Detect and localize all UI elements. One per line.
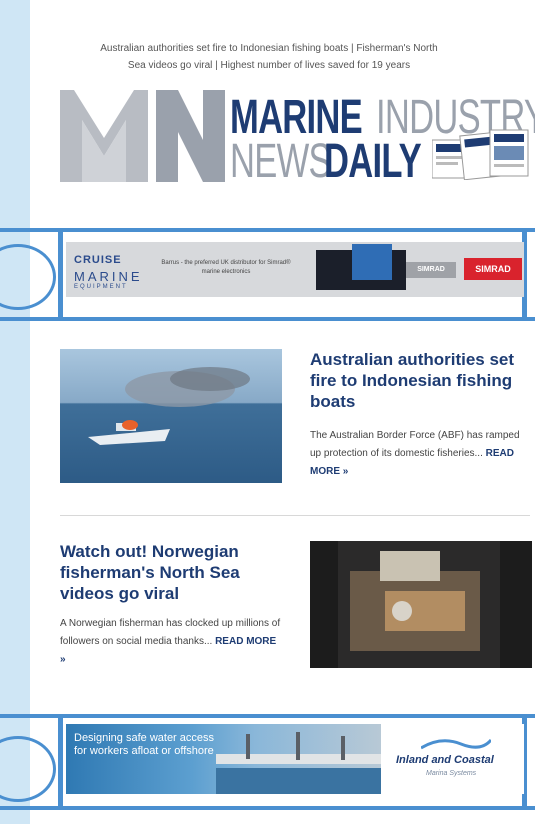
burning-boat-icon (88, 367, 250, 445)
ad-brand-marine: MARINE (74, 269, 143, 284)
hand-drawn-circle (0, 736, 56, 802)
ad-marina-image: Designing safe water access for workers … (66, 724, 381, 794)
article-desc-1: The Australian Border Force (ABF) has ra… (310, 427, 532, 481)
logo-word-news: NEWS (230, 135, 332, 188)
divider (60, 515, 530, 516)
banner-ad-inland-coastal[interactable]: Designing safe water access for workers … (66, 724, 524, 794)
ad-product-label: SIMRAD (406, 262, 456, 278)
magazine-covers-icon (432, 129, 529, 180)
frame-left-edge (58, 228, 63, 321)
masthead-logo[interactable]: MARINE INDUSTRY NEWS DAILY (60, 88, 535, 188)
wheelhouse-photo-icon (310, 541, 532, 668)
preheader-line-1: Australian authorities set fire to Indon… (100, 43, 438, 54)
simrad-logo: SIMRAD (464, 258, 522, 280)
banner-ad-simrad[interactable]: CRUISE MARINE EQUIPMENT Barrus - the pre… (66, 242, 524, 297)
article-image-burning-boat[interactable] (60, 349, 282, 483)
preheader-line-2: Sea videos go viral | Highest number of … (127, 60, 411, 71)
mn-logo-mark-icon (60, 90, 225, 182)
ad-logo-subtitle: Marina Systems (426, 770, 477, 777)
ad-text: Barrus - the preferred UK distributor fo… (161, 260, 291, 275)
frame-left-edge (58, 714, 63, 810)
logo-word-daily: DAILY (324, 135, 422, 188)
article-desc-2: A Norwegian fisherman has clocked up mil… (60, 615, 282, 669)
article-image-wheelhouse[interactable] (310, 541, 532, 668)
hand-drawn-circle (0, 244, 56, 310)
chartplotter-screen (352, 244, 392, 280)
ad-brand-cruise: CRUISE (74, 254, 122, 266)
ad-brand-equipment: EQUIPMENT (74, 284, 128, 290)
ad-headline: Designing safe water access for workers … (74, 732, 215, 757)
preheader[interactable]: Australian authorities set fire to Indon… (38, 40, 500, 74)
article-title-1[interactable]: Australian authorities set fire to Indon… (310, 349, 532, 412)
article-title-2[interactable]: Watch out! Norwegian fisherman's North S… (60, 541, 282, 604)
wave-logo-icon (421, 738, 491, 750)
ad-logo-name: Inland and Coastal (396, 754, 494, 766)
